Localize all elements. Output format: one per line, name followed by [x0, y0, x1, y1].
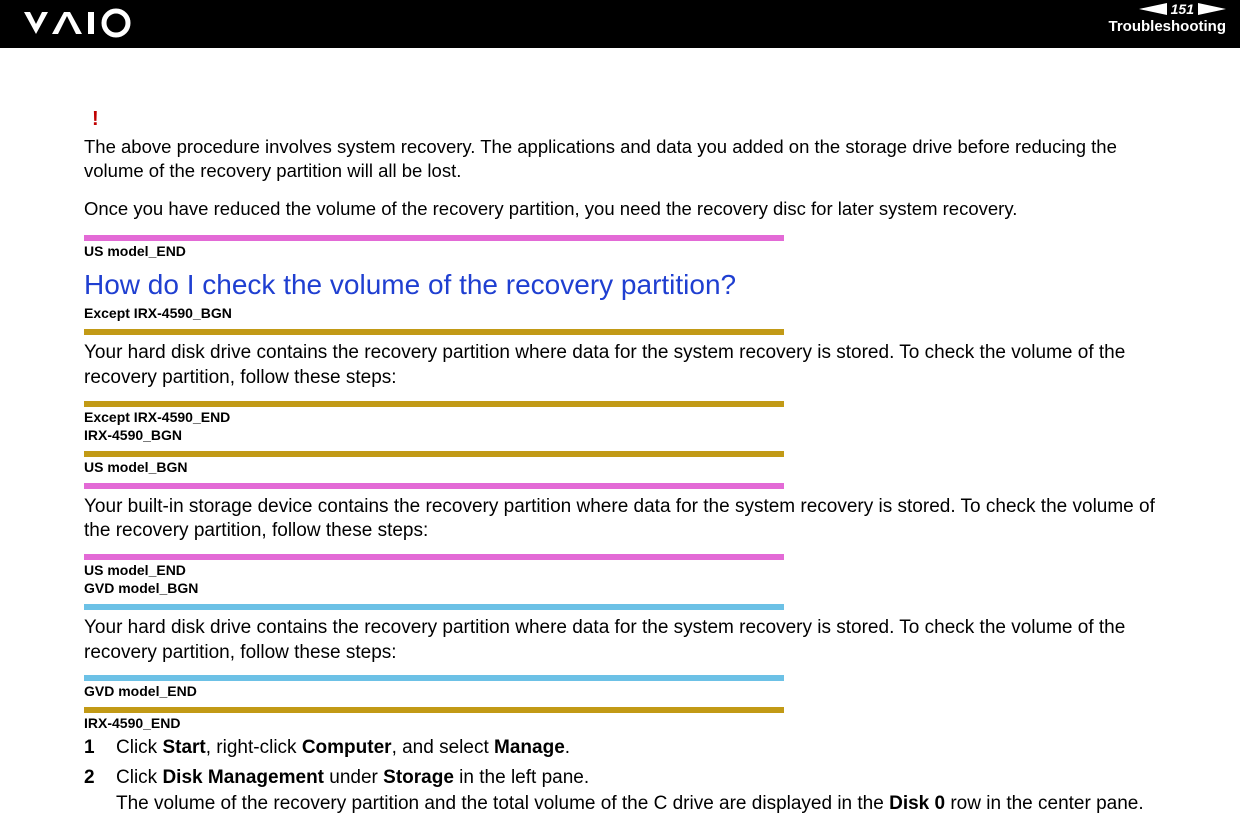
bold-text: Disk Management: [162, 767, 324, 788]
prev-page-arrow-icon[interactable]: [1139, 3, 1167, 15]
divider: [84, 235, 784, 241]
divider: [84, 451, 784, 457]
text: Click: [116, 767, 162, 788]
step-2: 2 Click Disk Management under Storage in…: [84, 765, 1168, 816]
model-tag: IRX-4590_END: [84, 715, 1168, 731]
page-number: 151: [1171, 2, 1194, 16]
page-content: ! The above procedure involves system re…: [0, 48, 1240, 840]
step-number: 2: [84, 765, 116, 816]
page-nav: 151 Troubleshooting: [1109, 0, 1227, 35]
divider: [84, 675, 784, 681]
text: , right-click: [206, 737, 302, 758]
text: Click: [116, 737, 162, 758]
step-1: 1 Click Start, right-click Computer, and…: [84, 735, 1168, 761]
model-tag: US model_END: [84, 562, 1168, 578]
model-tag: IRX-4590_BGN: [84, 427, 1168, 443]
warning-text-2: Once you have reduced the volume of the …: [84, 197, 1168, 221]
step-body: Click Disk Management under Storage in t…: [116, 765, 1168, 816]
text: under: [324, 767, 383, 788]
divider: [84, 329, 784, 335]
model-tag: Except IRX-4590_BGN: [84, 305, 1168, 321]
text: .: [565, 737, 570, 758]
divider: [84, 554, 784, 560]
vaio-logo: [22, 8, 152, 43]
text: in the left pane.: [454, 767, 589, 788]
bold-text: Disk 0: [889, 793, 945, 814]
body-paragraph: Your built-in storage device contains th…: [84, 495, 1168, 544]
text: row in the center pane.: [945, 793, 1144, 814]
body-paragraph: Your hard disk drive contains the recove…: [84, 341, 1168, 390]
model-tag: US model_BGN: [84, 459, 1168, 475]
header-bar: 151 Troubleshooting: [0, 0, 1240, 48]
divider: [84, 483, 784, 489]
bold-text: Start: [162, 737, 205, 758]
text: The volume of the recovery partition and…: [116, 793, 889, 814]
divider: [84, 401, 784, 407]
bold-text: Storage: [383, 767, 454, 788]
step-body: Click Start, right-click Computer, and s…: [116, 735, 1168, 761]
warning-icon: !: [92, 108, 1168, 131]
text: , and select: [392, 737, 494, 758]
next-page-arrow-icon[interactable]: [1198, 3, 1226, 15]
model-tag: GVD model_END: [84, 683, 1168, 699]
model-tag: Except IRX-4590_END: [84, 409, 1168, 425]
step-number: 1: [84, 735, 116, 761]
warning-text-1: The above procedure involves system reco…: [84, 135, 1168, 183]
model-tag: US model_END: [84, 243, 1168, 259]
section-title: How do I check the volume of the recover…: [84, 269, 1168, 301]
model-tag: GVD model_BGN: [84, 580, 1168, 596]
body-paragraph: Your hard disk drive contains the recove…: [84, 616, 1168, 665]
bold-text: Manage: [494, 737, 565, 758]
section-label: Troubleshooting: [1109, 18, 1227, 35]
divider: [84, 707, 784, 713]
bold-text: Computer: [302, 737, 392, 758]
divider: [84, 604, 784, 610]
